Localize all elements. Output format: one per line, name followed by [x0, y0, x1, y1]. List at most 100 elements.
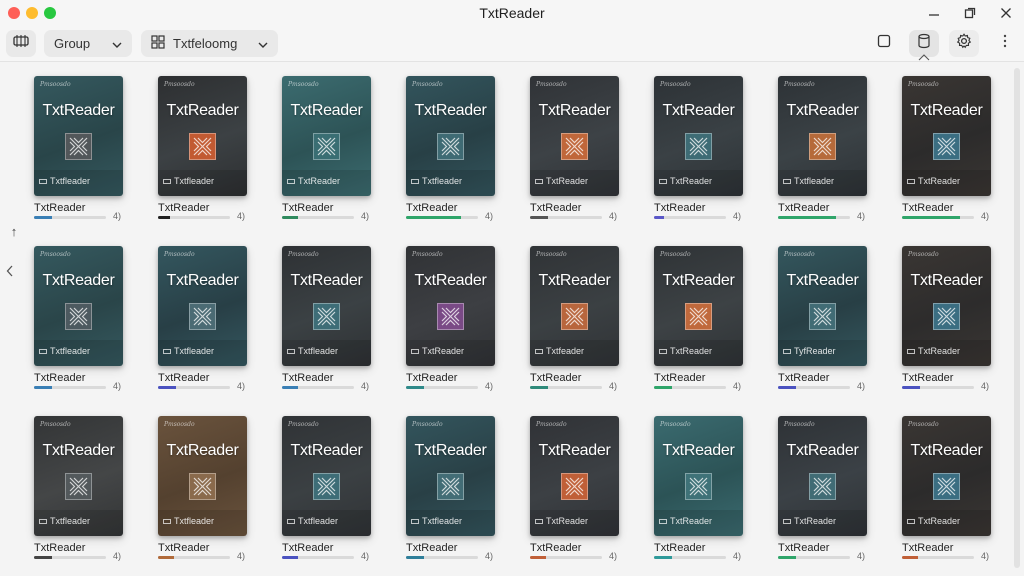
book-cover[interactable]: Pmsoosdo TxtReader Txtfleader — [34, 246, 123, 366]
book-cover[interactable]: Pmsoosdo TxtReader TxtReader — [406, 246, 495, 366]
audio-status-icon[interactable]: 4) — [361, 211, 369, 221]
audio-status-icon[interactable]: 4) — [485, 211, 493, 221]
book-cover[interactable]: Pmsoosdo TxtReader TxtReader — [778, 416, 867, 536]
book-card[interactable]: Pmsoosdo TxtReader Txtfleader TxtReader 4) — [34, 76, 124, 221]
cover-mark-icon — [287, 519, 295, 525]
audio-status-icon[interactable]: 4) — [857, 381, 865, 391]
book-card[interactable]: Pmsoosdo TxtReader TxtReader TxtReader 4) — [282, 76, 372, 221]
book-card[interactable]: Pmsoosdo TxtReader TxtReader TxtReader 4) — [654, 416, 744, 561]
audio-status-icon[interactable]: 4) — [857, 211, 865, 221]
book-card[interactable]: Pmsoosdo TxtReader Txtfleader TxtReader 4) — [778, 76, 868, 221]
audio-status-icon[interactable]: 4) — [361, 381, 369, 391]
book-cover[interactable]: Pmsoosdo TxtReader Txtfleader — [406, 76, 495, 196]
reading-progress-bar — [778, 556, 850, 559]
book-card[interactable]: Pmsoosdo TxtReader Txtfleader TxtReader 4) — [282, 246, 372, 391]
audio-status-icon[interactable]: 4) — [609, 211, 617, 221]
book-cover[interactable]: Pmsoosdo TxtReader Txtfleader — [158, 76, 247, 196]
audio-status-icon[interactable]: 4) — [733, 381, 741, 391]
cover-footer-text: Txtfleader — [174, 516, 215, 526]
book-cover[interactable]: Pmsoosdo TxtReader TyfReader — [778, 246, 867, 366]
audio-status-icon[interactable]: 4) — [113, 211, 121, 221]
book-card[interactable]: Pmsoosdo TxtReader TxtReader TxtReader 4) — [902, 246, 992, 391]
audio-status-icon[interactable]: 4) — [361, 551, 369, 561]
more-options-button[interactable] — [990, 30, 1020, 57]
cover-subtitle: Pmsoosdo — [412, 251, 443, 258]
bookshelf-button[interactable] — [909, 30, 939, 57]
book-cover[interactable]: Pmsoosdo TxtReader TxtReader — [902, 76, 991, 196]
cover-subtitle: Pmsoosdo — [164, 81, 195, 88]
book-cover[interactable]: Pmsoosdo TxtReader Txtfleader — [778, 76, 867, 196]
audio-status-icon[interactable]: 4) — [733, 211, 741, 221]
book-cover[interactable]: Pmsoosdo TxtReader Txtfleader — [34, 416, 123, 536]
book-cover[interactable]: Pmsoosdo TxtReader TxtReader — [282, 76, 371, 196]
book-cover[interactable]: Pmsoosdo TxtReader TxtReader — [654, 416, 743, 536]
reading-progress-bar — [158, 556, 230, 559]
book-card[interactable]: Pmsoosdo TxtReader Txtfleader TxtReader 4) — [34, 416, 124, 561]
book-cover[interactable]: Pmsoosdo TxtReader Txtfleader — [158, 416, 247, 536]
book-cover[interactable]: Pmsoosdo TxtReader TxtReader — [902, 246, 991, 366]
cover-mark-icon — [163, 179, 171, 185]
book-card[interactable]: Pmsoosdo TxtReader TxtReader TxtReader 4) — [406, 246, 496, 391]
vertical-scrollbar[interactable] — [1014, 68, 1020, 568]
book-card[interactable]: Pmsoosdo TxtReader TxtReader TxtReader 4) — [654, 76, 744, 221]
audio-status-icon[interactable]: 4) — [733, 551, 741, 561]
audio-status-icon[interactable]: 4) — [485, 381, 493, 391]
book-card[interactable]: Pmsoosdo TxtReader Txtfleader TxtReader 4) — [158, 76, 248, 221]
scroll-up-arrow[interactable]: ↑ — [6, 224, 22, 244]
audio-status-icon[interactable]: 4) — [237, 551, 245, 561]
book-card[interactable]: Pmsoosdo TxtReader TxtReader TxtReader 4) — [530, 76, 620, 221]
book-cover[interactable]: Pmsoosdo TxtReader TxtReader — [530, 76, 619, 196]
cover-title: TxtReader — [662, 442, 735, 459]
gear-icon — [956, 33, 972, 54]
audio-status-icon[interactable]: 4) — [485, 551, 493, 561]
reading-progress-bar — [530, 216, 602, 219]
audio-status-icon[interactable]: 4) — [981, 381, 989, 391]
collapse-left-button[interactable] — [5, 264, 21, 286]
audio-status-icon[interactable]: 4) — [237, 211, 245, 221]
audio-status-icon[interactable]: 4) — [609, 381, 617, 391]
library-button[interactable] — [6, 30, 36, 57]
restore-icon[interactable] — [960, 4, 980, 22]
book-card[interactable]: Pmsoosdo TxtReader TxtReader TxtReader 4) — [654, 246, 744, 391]
audio-status-icon[interactable]: 4) — [981, 551, 989, 561]
cover-subtitle: Pmsoosdo — [40, 251, 71, 258]
cover-footer-text: Txtfleader — [422, 176, 463, 186]
book-card[interactable]: Pmsoosdo TxtReader TyfReader TxtReader 4) — [778, 246, 868, 391]
book-card[interactable]: Pmsoosdo TxtReader Txtfleader TxtReader 4) — [406, 76, 496, 221]
book-cover[interactable]: Pmsoosdo TxtReader TxtReader — [902, 416, 991, 536]
audio-status-icon[interactable]: 4) — [113, 381, 121, 391]
book-cover[interactable]: Pmsoosdo TxtReader TxtReader — [654, 246, 743, 366]
close-icon[interactable] — [996, 4, 1016, 22]
book-card[interactable]: Pmsoosdo TxtReader TxtReader TxtReader 4) — [902, 76, 992, 221]
audio-status-icon[interactable]: 4) — [609, 551, 617, 561]
book-cover[interactable]: Pmsoosdo TxtReader Txtfleader — [282, 416, 371, 536]
book-cover[interactable]: Pmsoosdo TxtReader TxtReader — [654, 76, 743, 196]
minimize-icon[interactable] — [924, 4, 944, 22]
audio-status-icon[interactable]: 4) — [237, 381, 245, 391]
cover-title: TxtReader — [786, 102, 859, 119]
book-cover[interactable]: Pmsoosdo TxtReader Txtfeader — [530, 246, 619, 366]
book-cover[interactable]: Pmsoosdo TxtReader Txtfleader — [406, 416, 495, 536]
cover-emblem-icon — [189, 133, 216, 160]
book-cover[interactable]: Pmsoosdo TxtReader Txtfleader — [34, 76, 123, 196]
book-card[interactable]: Pmsoosdo TxtReader Txtfleader TxtReader 4) — [34, 246, 124, 391]
book-card[interactable]: Pmsoosdo TxtReader Txtfleader TxtReader 4) — [158, 416, 248, 561]
book-cover[interactable]: Pmsoosdo TxtReader Txtfleader — [158, 246, 247, 366]
book-card[interactable]: Pmsoosdo TxtReader Txtfleader TxtReader 4) — [158, 246, 248, 391]
book-card[interactable]: Pmsoosdo TxtReader TxtReader TxtReader 4) — [902, 416, 992, 561]
select-mode-button[interactable] — [869, 30, 899, 57]
audio-status-icon[interactable]: 4) — [113, 551, 121, 561]
audio-status-icon[interactable]: 4) — [857, 551, 865, 561]
group-dropdown[interactable]: Group — [44, 30, 132, 57]
book-card[interactable]: Pmsoosdo TxtReader Txtfleader TxtReader 4) — [406, 416, 496, 561]
book-card[interactable]: Pmsoosdo TxtReader Txtfleader TxtReader 4) — [282, 416, 372, 561]
audio-status-icon[interactable]: 4) — [981, 211, 989, 221]
book-card[interactable]: Pmsoosdo TxtReader TxtReader TxtReader 4) — [778, 416, 868, 561]
view-mode-dropdown[interactable]: Txtfeloomg — [141, 30, 278, 57]
book-card[interactable]: Pmsoosdo TxtReader TxtReader TxtReader 4) — [530, 416, 620, 561]
settings-button[interactable] — [949, 30, 979, 57]
library-icon — [12, 34, 30, 53]
book-card[interactable]: Pmsoosdo TxtReader Txtfeader TxtReader 4) — [530, 246, 620, 391]
book-cover[interactable]: Pmsoosdo TxtReader Txtfleader — [282, 246, 371, 366]
book-cover[interactable]: Pmsoosdo TxtReader TxtReader — [530, 416, 619, 536]
